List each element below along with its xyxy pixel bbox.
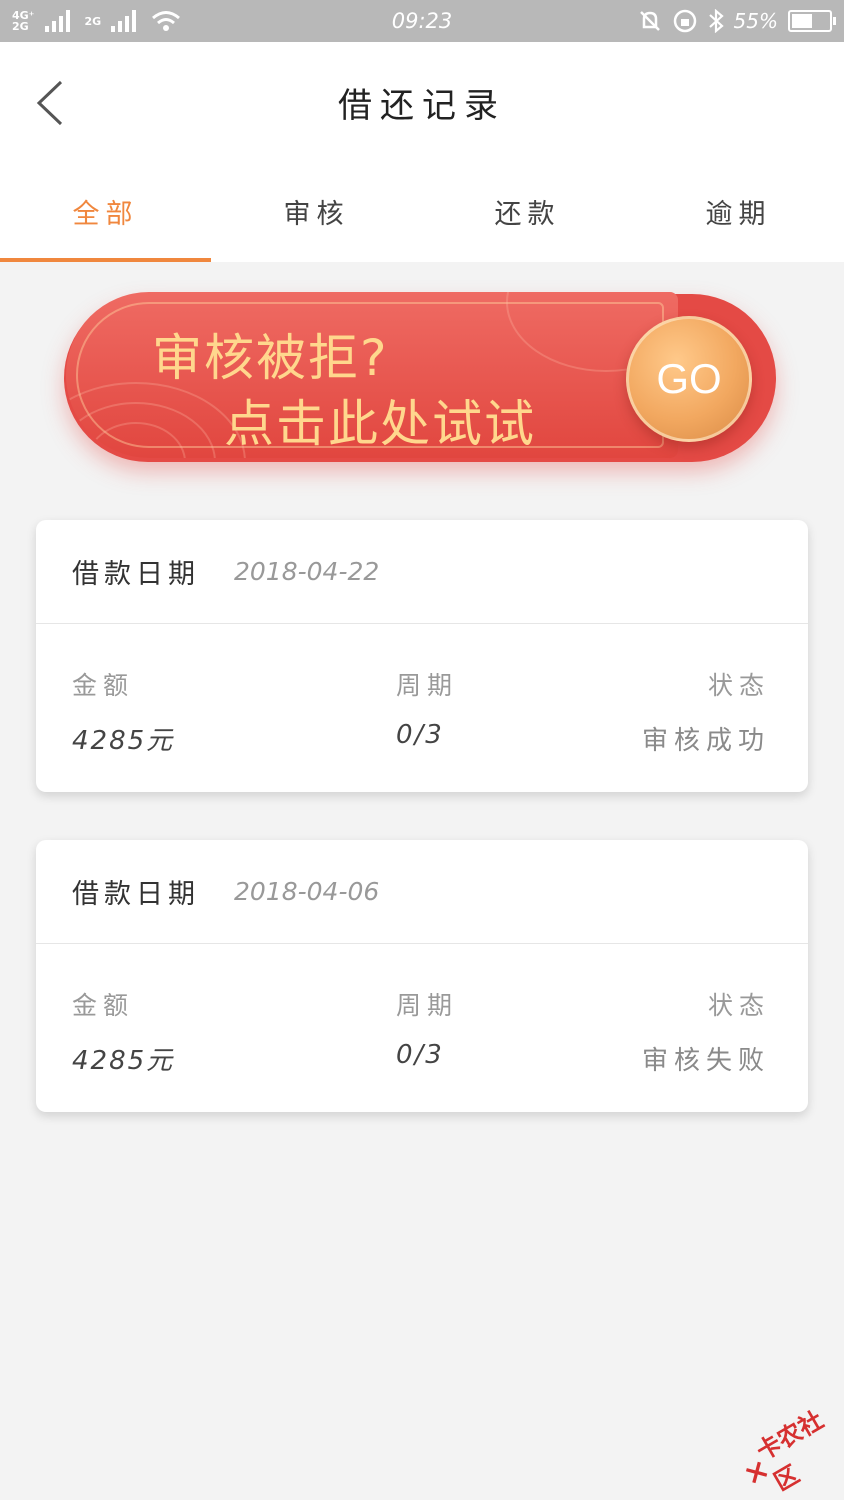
period-label: 周期: [396, 671, 459, 700]
card-body: 金额 4285元 周期 0/3 状态 审核成功: [36, 624, 808, 792]
card-header: 借款日期 2018-04-22: [36, 520, 808, 624]
period-label: 周期: [396, 991, 459, 1020]
rotation-lock-icon: [673, 9, 696, 33]
status-label: 状态: [707, 671, 770, 700]
status-right: 55%: [638, 8, 836, 34]
card-header: 借款日期 2018-04-06: [36, 840, 808, 944]
go-button[interactable]: GO: [626, 316, 752, 442]
status-left: 4G⁺ 2G 2G: [12, 10, 181, 32]
amount-label: 金额: [72, 991, 135, 1020]
period-value: 0/3: [396, 720, 444, 750]
watermark-text: 卡农社区: [751, 1405, 829, 1497]
status-value: 审核失败: [641, 1046, 770, 1076]
network-type-label-2: 2G: [12, 20, 29, 33]
network-indicator: 4G⁺ 2G: [12, 10, 35, 32]
wifi-icon: [152, 11, 181, 31]
page-title: 借还记录: [338, 86, 506, 126]
loan-date: 2018-04-22: [234, 557, 380, 586]
tab-review[interactable]: 审核: [211, 160, 422, 262]
card-body: 金额 4285元 周期 0/3 状态 审核失败: [36, 944, 808, 1112]
status-value: 审核成功: [641, 726, 770, 756]
tab-all[interactable]: 全部: [0, 160, 211, 262]
promo-banner[interactable]: 审核被拒? 点击此处试试 GO: [64, 290, 780, 470]
amount-label: 金额: [72, 671, 135, 700]
bluetooth-icon: [708, 9, 724, 33]
watermark: 卡农社区: [735, 1403, 844, 1500]
network2-label: 2G: [84, 14, 102, 28]
status-label: 状态: [707, 991, 770, 1020]
signal-2-icon: [111, 10, 137, 32]
loan-date-label: 借款日期: [72, 879, 200, 910]
loan-date-label: 借款日期: [72, 559, 200, 590]
status-bar: 4G⁺ 2G 2G 09:23 55%: [0, 0, 844, 42]
record-card[interactable]: 借款日期 2018-04-22 金额 4285元 周期 0/3 状态 审核成功: [36, 520, 808, 792]
amount-value: 4285元: [72, 726, 175, 756]
header: 借还记录: [0, 42, 844, 160]
period-value: 0/3: [396, 1040, 444, 1070]
battery-percent: 55%: [733, 9, 778, 33]
amount-value: 4285元: [72, 1046, 175, 1076]
record-card[interactable]: 借款日期 2018-04-06 金额 4285元 周期 0/3 状态 审核失败: [36, 840, 808, 1112]
mute-bell-icon: [639, 11, 660, 31]
banner-headline: 审核被拒?: [152, 329, 389, 387]
tab-overdue[interactable]: 逾期: [633, 160, 844, 262]
battery-icon: [788, 10, 836, 32]
tab-repayment[interactable]: 还款: [422, 160, 633, 262]
banner-subline: 点击此处试试: [224, 395, 536, 453]
tab-bar: 全部 审核 还款 逾期: [0, 160, 844, 262]
battery-level: [792, 14, 812, 28]
signal-icon: [44, 10, 70, 32]
loan-date: 2018-04-06: [234, 877, 380, 906]
